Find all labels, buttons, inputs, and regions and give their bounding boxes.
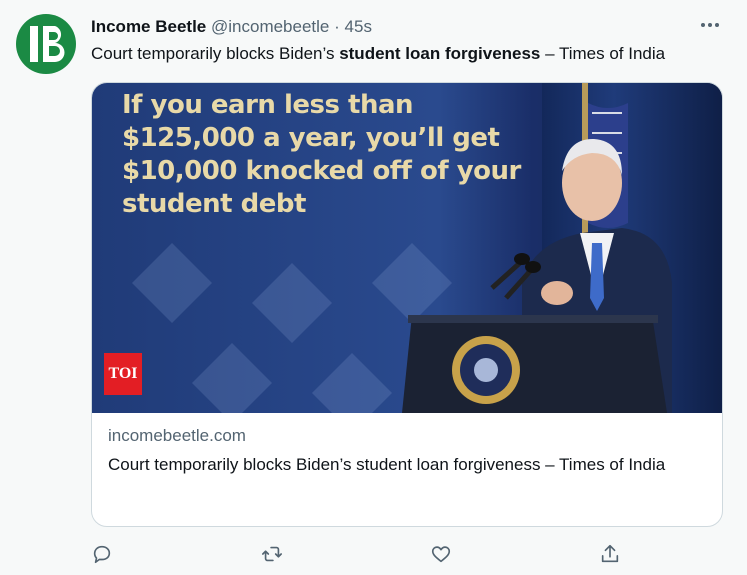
more-horizontal-icon[interactable] [699,17,721,35]
reply-button[interactable] [91,543,113,565]
share-icon [601,544,619,563]
share-button[interactable] [599,543,621,565]
toi-badge: TOI [104,353,142,395]
like-button[interactable] [430,543,452,565]
tweet-text-bold: student loan forgiveness [339,44,541,63]
author-name[interactable]: Income Beetle [91,17,206,36]
link-card[interactable]: If you earn less than $125,000 a year, y… [91,82,723,527]
avatar-logo [30,26,65,62]
reply-icon [93,545,111,564]
card-domain: incomebeetle.com [108,426,246,445]
card-title: Court temporarily blocks Biden’s student… [108,455,666,474]
like-icon [431,546,451,563]
tweet-text-part: – Times of India [540,44,666,63]
tweet-header: Income Beetle @incomebeetle · 45s [91,17,372,37]
retweet-button[interactable] [261,543,283,565]
separator-dot: · [334,17,340,36]
avatar[interactable] [16,14,76,74]
timestamp[interactable]: 45s [345,17,372,36]
retweet-icon [262,546,282,562]
card-image[interactable]: If you earn less than $125,000 a year, y… [92,83,722,413]
tweet-text-part: Court temporarily blocks Biden’s [91,44,340,63]
image-caption: If you earn less than $125,000 a year, y… [122,90,521,219]
tweet[interactable]: Income Beetle @incomebeetle · 45s Court … [0,0,747,575]
card-info[interactable]: incomebeetle.com Court temporarily block… [92,413,722,490]
author-handle[interactable]: @incomebeetle [211,17,329,36]
tweet-actions [91,543,631,565]
tweet-text: Court temporarily blocks Biden’s student… [91,44,665,64]
